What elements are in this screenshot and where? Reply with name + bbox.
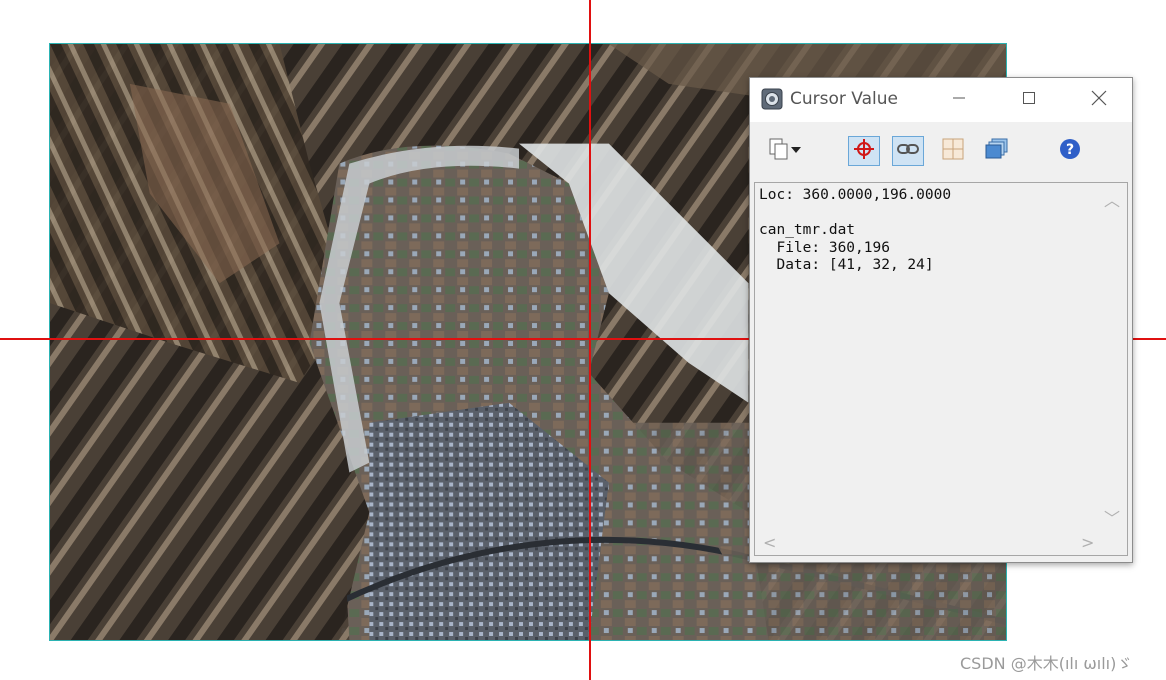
crosshair-vertical-line [589, 0, 591, 680]
scroll-up-icon[interactable]: ︿ [1104, 187, 1120, 211]
grid-button[interactable] [938, 136, 968, 166]
windows-button[interactable] [982, 136, 1012, 166]
location-line: Loc: 360.0000,196.0000 [759, 187, 952, 203]
copy-button[interactable] [762, 136, 808, 166]
app-icon [761, 88, 783, 110]
cursor-value-window[interactable]: Cursor Value ? Loc: 360.0000,196.0000 ca… [749, 77, 1133, 563]
grid-icon [942, 138, 964, 165]
help-icon: ? [1059, 138, 1081, 165]
copy-icon [768, 137, 790, 166]
cursor-value-text-area[interactable]: Loc: 360.0000,196.0000 can_tmr.dat File:… [754, 182, 1128, 556]
scroll-right-icon[interactable]: > [1081, 533, 1094, 552]
help-button[interactable]: ? [1055, 136, 1085, 166]
file-coords-line: File: 360,196 [759, 239, 890, 256]
close-icon [1091, 90, 1107, 111]
data-values-line: Data: [41, 32, 24] [759, 257, 934, 273]
dropdown-arrow-icon [790, 142, 802, 160]
maximize-icon [1022, 91, 1036, 110]
vertical-scrollbar[interactable]: ︿ ﹀ [1101, 183, 1127, 529]
cursor-info: Loc: 360.0000,196.0000 can_tmr.dat File:… [759, 187, 1099, 527]
scroll-left-icon[interactable]: < [763, 533, 776, 552]
locate-crosshair-icon [853, 138, 875, 165]
close-button[interactable] [1076, 78, 1122, 122]
toolbar: ? [750, 122, 1132, 182]
link-button[interactable] [892, 136, 924, 166]
title-bar[interactable]: Cursor Value [750, 78, 1132, 122]
window-title: Cursor Value [790, 89, 898, 109]
scroll-down-icon[interactable]: ﹀ [1104, 505, 1120, 529]
minimize-icon [952, 91, 966, 110]
locate-crosshair-button[interactable] [848, 136, 880, 166]
link-icon [897, 142, 919, 161]
help-label: ? [1066, 142, 1074, 158]
horizontal-scrollbar[interactable]: < > [755, 531, 1101, 555]
minimize-button[interactable] [936, 78, 982, 122]
watermark: CSDN @木木(ılı ωılı)ゞ [960, 654, 1133, 673]
maximize-button[interactable] [1006, 78, 1052, 122]
file-name: can_tmr.dat [759, 222, 856, 238]
windows-icon [985, 138, 1009, 165]
